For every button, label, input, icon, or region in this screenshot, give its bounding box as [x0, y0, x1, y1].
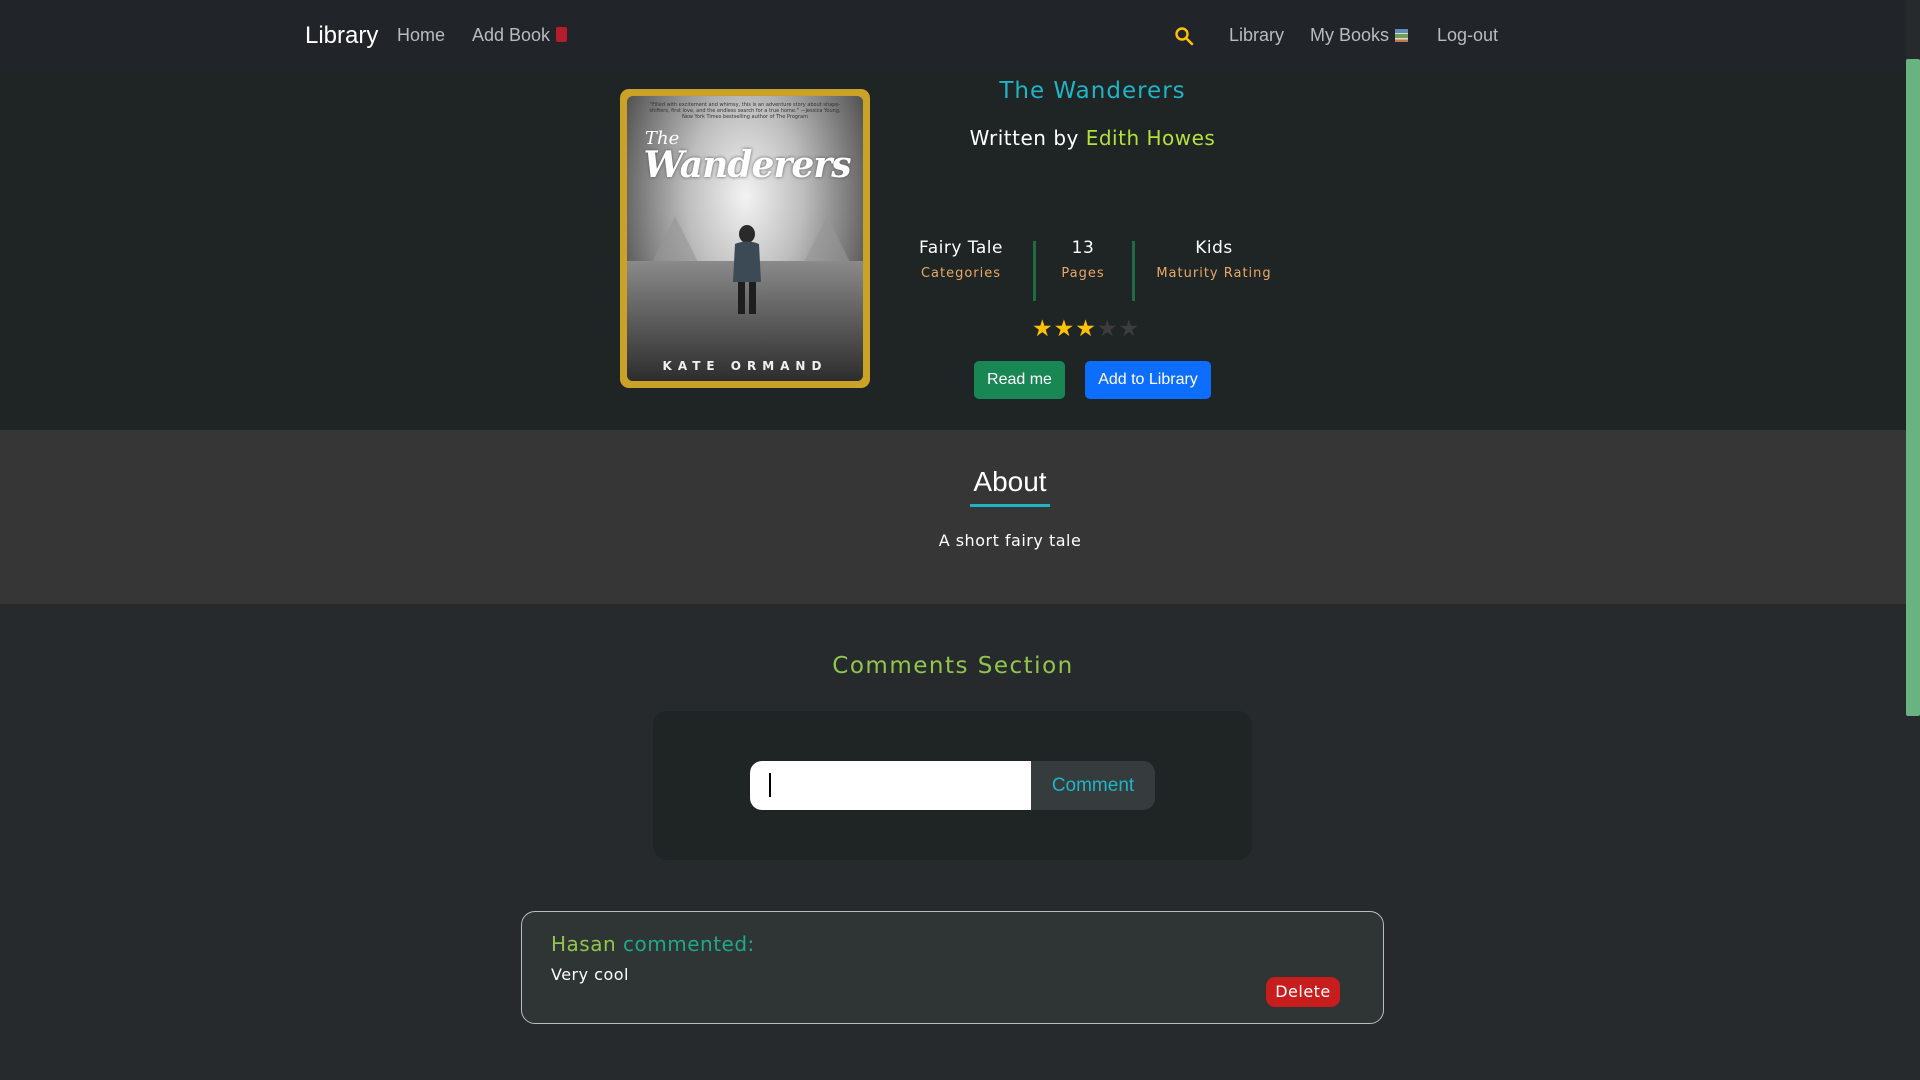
comment-button[interactable]: Comment — [1031, 761, 1155, 810]
stat-maturity-label: Maturity Rating — [1156, 266, 1272, 281]
star-empty-icon: ★ — [1096, 316, 1119, 342]
nav-home-label: Home — [397, 25, 446, 45]
about-section — [0, 430, 1906, 604]
nav-my-books-link[interactable]: My Books — [1310, 25, 1409, 46]
star-empty-icon: ★ — [1118, 316, 1141, 342]
comment-card — [521, 911, 1384, 1024]
cover-blurb: "Filled with excitement and whimsy, this… — [649, 102, 841, 120]
comment-header: Hasan commented: — [551, 932, 755, 956]
stat-divider — [1132, 241, 1135, 301]
nav-add-book-label: Add Book — [472, 25, 551, 45]
nav-logout-label: Log-out — [1437, 25, 1499, 45]
nav-my-books-label: My Books — [1310, 25, 1390, 45]
about-text: A short fairy tale — [938, 531, 1082, 550]
nav-library-label: Library — [1229, 25, 1285, 45]
books-icon — [1395, 29, 1409, 42]
nav-home-link[interactable]: Home — [397, 25, 445, 46]
stat-category: Fairy Tale Categories — [906, 238, 1016, 281]
comment-input[interactable] — [750, 761, 1031, 810]
stat-category-label: Categories — [920, 266, 1002, 281]
stat-divider — [1033, 241, 1036, 301]
about-underline — [970, 504, 1050, 507]
nav-add-book-link[interactable]: Add Book — [472, 25, 568, 46]
nav-library-link[interactable]: Library — [1229, 25, 1284, 46]
star-rating: ★★★★★ — [1032, 316, 1140, 342]
stat-pages-label: Pages — [1061, 266, 1105, 281]
cover-title: Wanderers — [643, 144, 852, 186]
stat-pages: 13 Pages — [1050, 238, 1116, 281]
stat-maturity-value: Kids — [1195, 238, 1233, 258]
add-to-library-button[interactable]: Add to Library — [1085, 361, 1211, 399]
delete-comment-button[interactable]: Delete — [1266, 977, 1340, 1007]
text-caret — [769, 773, 771, 797]
star-filled-icon: ★ — [1032, 316, 1054, 342]
book-author-line: Written by Edith Howes — [900, 126, 1285, 150]
comment-username: Hasan — [551, 932, 617, 956]
comment-text: Very cool — [551, 965, 629, 984]
cover-author: KATE ORMAND — [662, 359, 828, 373]
stat-category-value: Fairy Tale — [919, 238, 1003, 258]
navbar: Library Home Add Book Library My Books L… — [0, 0, 1906, 71]
nav-logout-link[interactable]: Log-out — [1437, 25, 1498, 46]
book-title: The Wanderers — [999, 78, 1186, 104]
written-by-prefix: Written by — [969, 126, 1079, 150]
stat-pages-value: 13 — [1071, 238, 1095, 258]
about-title: About — [973, 466, 1047, 497]
comments-title: Comments Section — [832, 653, 1074, 679]
scrollbar-thumb[interactable] — [1906, 59, 1920, 716]
cover-figure — [733, 225, 761, 314]
comment-action: commented: — [623, 932, 755, 956]
book-icon — [556, 27, 568, 42]
stat-maturity: Kids Maturity Rating — [1148, 238, 1280, 281]
star-filled-icon: ★ — [1053, 316, 1076, 342]
navbar-brand[interactable]: Library — [305, 22, 378, 50]
book-cover-image: "Filled with excitement and whimsy, this… — [620, 89, 870, 388]
cover-artwork: "Filled with excitement and whimsy, this… — [627, 96, 863, 381]
read-me-button[interactable]: Read me — [974, 361, 1065, 399]
star-filled-icon: ★ — [1075, 316, 1097, 342]
search-icon[interactable] — [1174, 26, 1194, 46]
author-name: Edith Howes — [1085, 126, 1216, 150]
